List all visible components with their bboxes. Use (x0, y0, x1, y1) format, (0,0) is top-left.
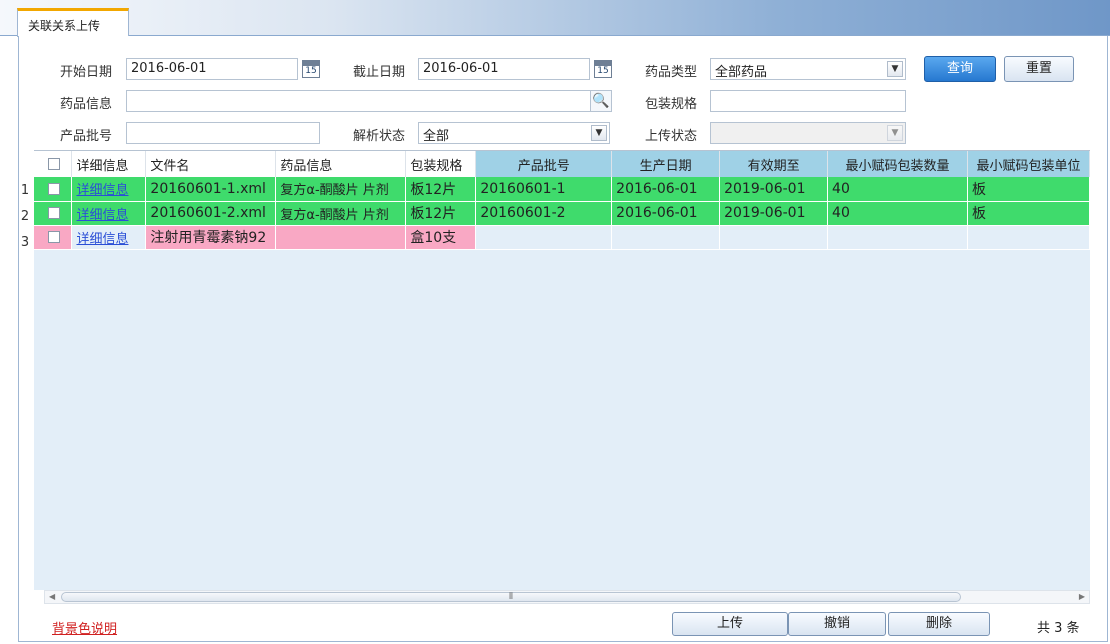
min-pack-qty-cell (827, 225, 968, 250)
column-header[interactable]: 最小赋码包装数量 (827, 151, 968, 177)
file-name-cell: 20160601-2.xml (145, 201, 277, 226)
min-pack-qty-cell: 40 (827, 177, 968, 202)
file-name-cell: 20160601-1.xml (145, 177, 277, 202)
end-date-input[interactable]: 2016-06-01 (418, 58, 590, 80)
search-icon[interactable]: 🔍 (590, 90, 612, 112)
row-checkbox[interactable] (34, 225, 73, 250)
package-spec-label: 包装规格 (645, 97, 698, 112)
drug-type-label: 药品类型 (645, 65, 698, 80)
end-date-calendar-icon[interactable]: 15 (594, 60, 612, 78)
parse-status-label: 解析状态 (353, 129, 406, 144)
parse-status-select[interactable]: 全部 ▼ (418, 122, 610, 144)
expiry-date-cell: 2019-06-01 (719, 177, 829, 202)
batch-cell: 20160601-1 (475, 177, 613, 202)
chevron-down-icon[interactable]: ▼ (591, 125, 607, 141)
min-pack-qty-cell: 40 (827, 201, 968, 226)
scroll-right-icon[interactable]: ▶ (1079, 591, 1085, 603)
background-color-legend-link[interactable]: 背景色说明 (52, 618, 117, 637)
column-header[interactable]: 生产日期 (611, 151, 721, 177)
drug-type-select[interactable]: 全部药品 ▼ (710, 58, 906, 80)
parse-status-value: 全部 (423, 129, 450, 144)
detail-link[interactable]: 详细信息 (76, 183, 128, 198)
min-pack-unit-cell (967, 225, 1090, 250)
start-date-label: 开始日期 (60, 65, 113, 80)
drug-info-cell: 复方α-酮酸片 片剂 (275, 201, 407, 226)
column-header[interactable]: 最小赋码包装单位 (967, 151, 1090, 177)
scroll-thumb[interactable]: ⦀ (61, 592, 961, 602)
row-number: 2 (20, 209, 30, 224)
min-pack-unit-cell: 板 (967, 201, 1090, 226)
scroll-left-icon[interactable]: ◀ (49, 591, 55, 603)
expiry-date-cell: 2019-06-01 (719, 201, 829, 226)
table-header-row: 详细信息 文件名 药品信息 包装规格 产品批号 生产日期 有效期至 最小赋码包装… (34, 151, 1090, 177)
horizontal-scrollbar[interactable]: ◀ ⦀ ▶ (44, 590, 1090, 604)
app-window: 关联关系上传 开始日期 2016-06-01 15 截止日期 2016-06-0… (0, 0, 1110, 644)
package-spec-cell: 板12片 (405, 177, 477, 202)
detail-cell: 详细信息 (71, 177, 147, 202)
production-date-cell: 2016-06-01 (611, 177, 721, 202)
upload-status-label: 上传状态 (645, 129, 698, 144)
batch-input[interactable] (126, 122, 320, 144)
chevron-down-icon: ▼ (887, 125, 903, 141)
row-number: 3 (20, 235, 30, 250)
drug-info-cell: 复方α-酮酸片 片剂 (275, 177, 407, 202)
drug-info-label: 药品信息 (60, 97, 113, 112)
detail-link[interactable]: 详细信息 (76, 232, 128, 247)
end-date-label: 截止日期 (353, 65, 406, 80)
package-spec-cell: 板12片 (405, 201, 477, 226)
drug-info-input[interactable] (126, 90, 592, 112)
package-spec-cell: 盒10支 (405, 225, 477, 250)
production-date-cell: 2016-06-01 (611, 201, 721, 226)
production-date-cell (611, 225, 721, 250)
column-header[interactable]: 有效期至 (719, 151, 829, 177)
tab-bar: 关联关系上传 (0, 0, 1110, 37)
column-header[interactable]: 详细信息 (71, 151, 147, 177)
file-name-cell: 注射用青霉素钠92 (145, 225, 277, 250)
tab-association-upload[interactable]: 关联关系上传 (17, 8, 129, 37)
data-table: 详细信息 文件名 药品信息 包装规格 产品批号 生产日期 有效期至 最小赋码包装… (34, 151, 1090, 250)
delete-button[interactable]: 删除 (888, 612, 990, 636)
column-header[interactable]: 文件名 (145, 151, 277, 177)
start-date-input[interactable]: 2016-06-01 (126, 58, 298, 80)
start-date-calendar-icon[interactable]: 15 (302, 60, 320, 78)
detail-cell: 详细信息 (71, 201, 147, 226)
batch-cell (475, 225, 613, 250)
reset-button[interactable]: 重置 (1004, 56, 1074, 82)
table-row[interactable]: 详细信息 20160601-2.xml 复方α-酮酸片 片剂 板12片 2016… (34, 201, 1090, 226)
upload-button[interactable]: 上传 (672, 612, 788, 636)
batch-cell: 20160601-2 (475, 201, 613, 226)
expiry-date-cell (719, 225, 829, 250)
row-number: 1 (20, 183, 30, 198)
min-pack-unit-cell: 板 (967, 177, 1090, 202)
column-header[interactable]: 药品信息 (275, 151, 407, 177)
drug-info-cell (275, 225, 407, 250)
table-row[interactable]: 详细信息 注射用青霉素钠92 盒10支 (34, 225, 1090, 250)
row-checkbox[interactable] (34, 177, 73, 202)
column-header[interactable]: 产品批号 (475, 151, 613, 177)
query-button[interactable]: 查询 (924, 56, 996, 82)
batch-label: 产品批号 (60, 129, 113, 144)
column-header[interactable]: 包装规格 (405, 151, 477, 177)
data-grid: 详细信息 文件名 药品信息 包装规格 产品批号 生产日期 有效期至 最小赋码包装… (34, 150, 1090, 590)
detail-link[interactable]: 详细信息 (76, 208, 128, 223)
upload-status-select[interactable]: ▼ (710, 122, 906, 144)
table-row[interactable]: 详细信息 20160601-1.xml 复方α-酮酸片 片剂 板12片 2016… (34, 177, 1090, 202)
revoke-button[interactable]: 撤销 (788, 612, 886, 636)
record-count: 共 3 条 (1037, 621, 1080, 636)
package-spec-input[interactable] (710, 90, 906, 112)
detail-cell: 详细信息 (71, 225, 147, 250)
row-checkbox[interactable] (34, 201, 73, 226)
select-all-checkbox[interactable] (34, 151, 73, 177)
chevron-down-icon[interactable]: ▼ (887, 61, 903, 77)
drug-type-value: 全部药品 (715, 65, 768, 80)
